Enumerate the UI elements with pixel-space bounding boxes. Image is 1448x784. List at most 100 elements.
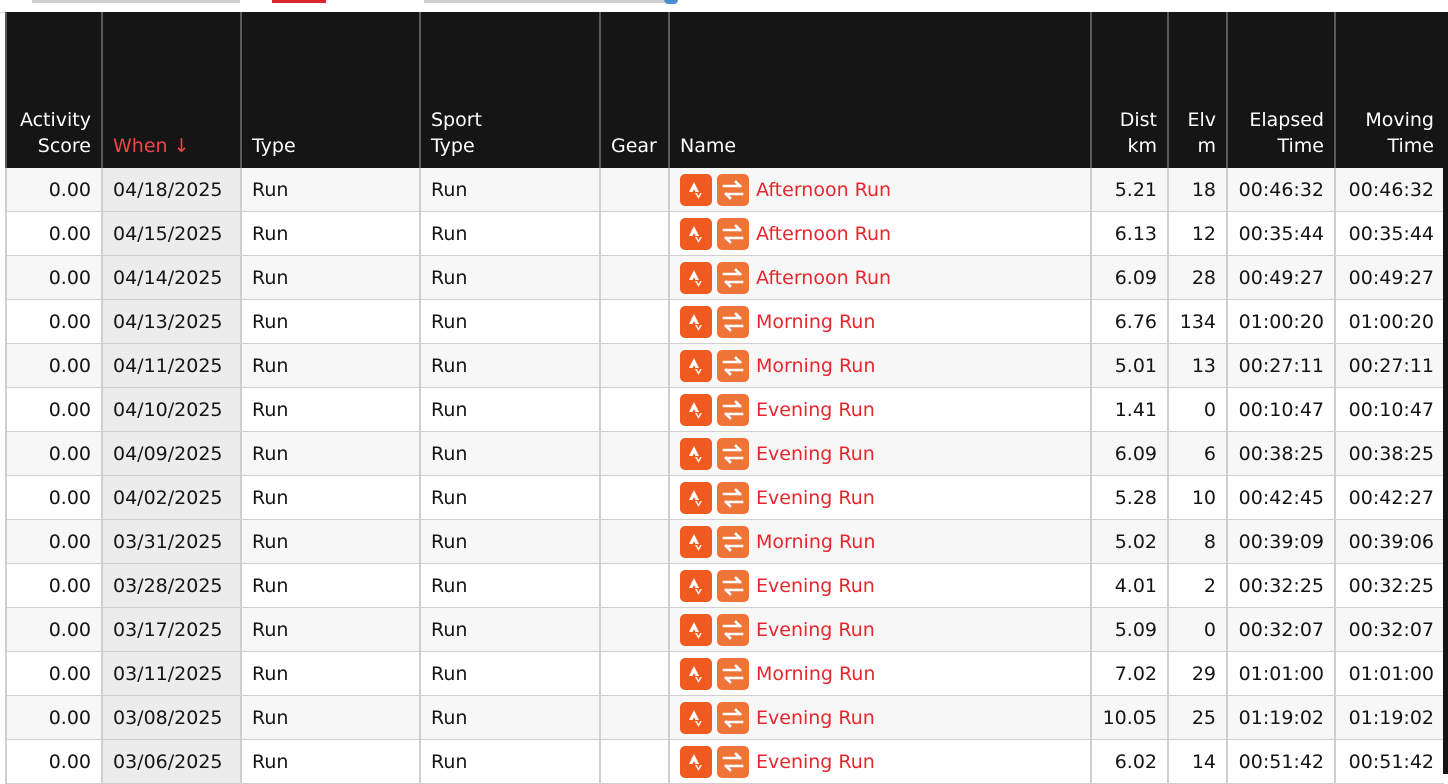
header-row: Activity Score When ↓ Type Sport Type Gear… [5,12,1444,168]
col-header-elv[interactable]: Elv m [1167,12,1227,168]
sync-arrows-icon[interactable] [717,569,749,602]
strava-icon[interactable] [680,481,712,514]
cell-sport-type: Run [419,343,600,388]
cell-moving-time: 00:39:06 [1334,519,1444,564]
table-row[interactable]: 0.00 03/17/2025 Run Run Evening Run 5.09… [5,607,1444,652]
col-header-moving-time[interactable]: Moving Time [1334,12,1444,168]
activity-name-link[interactable]: Evening Run [756,619,875,641]
table-row[interactable]: 0.00 03/11/2025 Run Run Morning Run 7.02… [5,651,1444,696]
activity-name-link[interactable]: Morning Run [756,311,875,333]
col-header-dist[interactable]: Dist km [1090,12,1168,168]
table-row[interactable]: 0.00 04/15/2025 Run Run Afternoon Run 6.… [5,211,1444,256]
strava-icon[interactable] [680,613,712,646]
strava-icon[interactable] [680,437,712,470]
toolbar-red-button[interactable] [272,0,326,3]
scrollbar-track[interactable] [1443,12,1448,774]
cell-when: 04/11/2025 [101,343,241,388]
cell-name: Afternoon Run [668,255,1091,300]
activity-name-link[interactable]: Evening Run [756,707,875,729]
strava-icon[interactable] [680,261,712,294]
cell-dist: 5.02 [1090,519,1168,564]
sync-arrows-icon[interactable] [717,393,749,426]
toolbar-field-right[interactable] [424,0,664,3]
cell-elv: 25 [1167,695,1227,740]
cell-when: 03/11/2025 [101,651,241,696]
col-header-sport-type[interactable]: Sport Type [419,12,600,168]
table-row[interactable]: 0.00 04/13/2025 Run Run Morning Run 6.76… [5,299,1444,344]
sync-arrows-icon[interactable] [717,217,749,250]
table-row[interactable]: 0.00 04/09/2025 Run Run Evening Run 6.09… [5,431,1444,476]
activity-name-link[interactable]: Evening Run [756,399,875,421]
cell-when: 04/10/2025 [101,387,241,432]
activity-name-link[interactable]: Evening Run [756,575,875,597]
cell-name: Evening Run [668,607,1091,652]
cell-elv: 10 [1167,475,1227,520]
cell-activity-score: 0.00 [5,387,102,432]
activity-name-link[interactable]: Afternoon Run [756,267,891,289]
cell-gear [599,255,669,300]
table-row[interactable]: 0.00 03/28/2025 Run Run Evening Run 4.01… [5,563,1444,608]
strava-icon[interactable] [680,393,712,426]
col-header-activity-score[interactable]: Activity Score [5,12,102,168]
strava-icon[interactable] [680,305,712,338]
cell-activity-score: 0.00 [5,211,102,256]
col-header-gear[interactable]: Gear [599,12,669,168]
info-icon[interactable] [664,0,678,4]
cell-dist: 5.09 [1090,607,1168,652]
col-header-name[interactable]: Name [668,12,1091,168]
cell-type: Run [240,255,420,300]
activity-name-link[interactable]: Afternoon Run [756,179,891,201]
sync-arrows-icon[interactable] [717,613,749,646]
sync-arrows-icon[interactable] [717,525,749,558]
strava-icon[interactable] [680,657,712,690]
cell-elv: 12 [1167,211,1227,256]
table-row[interactable]: 0.00 04/02/2025 Run Run Evening Run 5.28… [5,475,1444,520]
activity-name-link[interactable]: Evening Run [756,443,875,465]
cell-type: Run [240,211,420,256]
table-row[interactable]: 0.00 04/10/2025 Run Run Evening Run 1.41… [5,387,1444,432]
cell-sport-type: Run [419,607,600,652]
cell-type: Run [240,695,420,740]
strava-icon[interactable] [680,745,712,778]
activity-name-link[interactable]: Afternoon Run [756,223,891,245]
cell-sport-type: Run [419,695,600,740]
cell-activity-score: 0.00 [5,739,102,784]
activity-name-link[interactable]: Morning Run [756,531,875,553]
table-row[interactable]: 0.00 03/08/2025 Run Run Evening Run 10.0… [5,695,1444,740]
sync-arrows-icon[interactable] [717,437,749,470]
strava-icon[interactable] [680,217,712,250]
strava-icon[interactable] [680,173,712,206]
col-header-when[interactable]: When ↓ [101,12,241,168]
cell-elapsed-time: 00:35:44 [1226,211,1335,256]
activity-name-link[interactable]: Morning Run [756,663,875,685]
strava-icon[interactable] [680,349,712,382]
sync-arrows-icon[interactable] [717,349,749,382]
strava-icon[interactable] [680,569,712,602]
activity-name-link[interactable]: Morning Run [756,355,875,377]
cell-dist: 6.13 [1090,211,1168,256]
cell-sport-type: Run [419,519,600,564]
sync-arrows-icon[interactable] [717,657,749,690]
cell-elapsed-time: 01:00:20 [1226,299,1335,344]
toolbar-field-left[interactable] [32,0,240,3]
sync-arrows-icon[interactable] [717,745,749,778]
sync-arrows-icon[interactable] [717,701,749,734]
strava-icon[interactable] [680,525,712,558]
activity-name-link[interactable]: Evening Run [756,487,875,509]
table-row[interactable]: 0.00 03/31/2025 Run Run Morning Run 5.02… [5,519,1444,564]
table-row[interactable]: 0.00 04/18/2025 Run Run Afternoon Run 5.… [5,168,1444,212]
sync-arrows-icon[interactable] [717,305,749,338]
strava-icon[interactable] [680,701,712,734]
sync-arrows-icon[interactable] [717,261,749,294]
sync-arrows-icon[interactable] [717,481,749,514]
cell-type: Run [240,343,420,388]
col-header-type[interactable]: Type [240,12,420,168]
table-row[interactable]: 0.00 03/06/2025 Run Run Evening Run 6.02… [5,739,1444,784]
table-row[interactable]: 0.00 04/14/2025 Run Run Afternoon Run 6.… [5,255,1444,300]
cell-sport-type: Run [419,168,600,212]
activity-name-link[interactable]: Evening Run [756,751,875,773]
sync-arrows-icon[interactable] [717,173,749,206]
table-row[interactable]: 0.00 04/11/2025 Run Run Morning Run 5.01… [5,343,1444,388]
col-header-elapsed-time[interactable]: Elapsed Time [1226,12,1335,168]
cell-type: Run [240,431,420,476]
